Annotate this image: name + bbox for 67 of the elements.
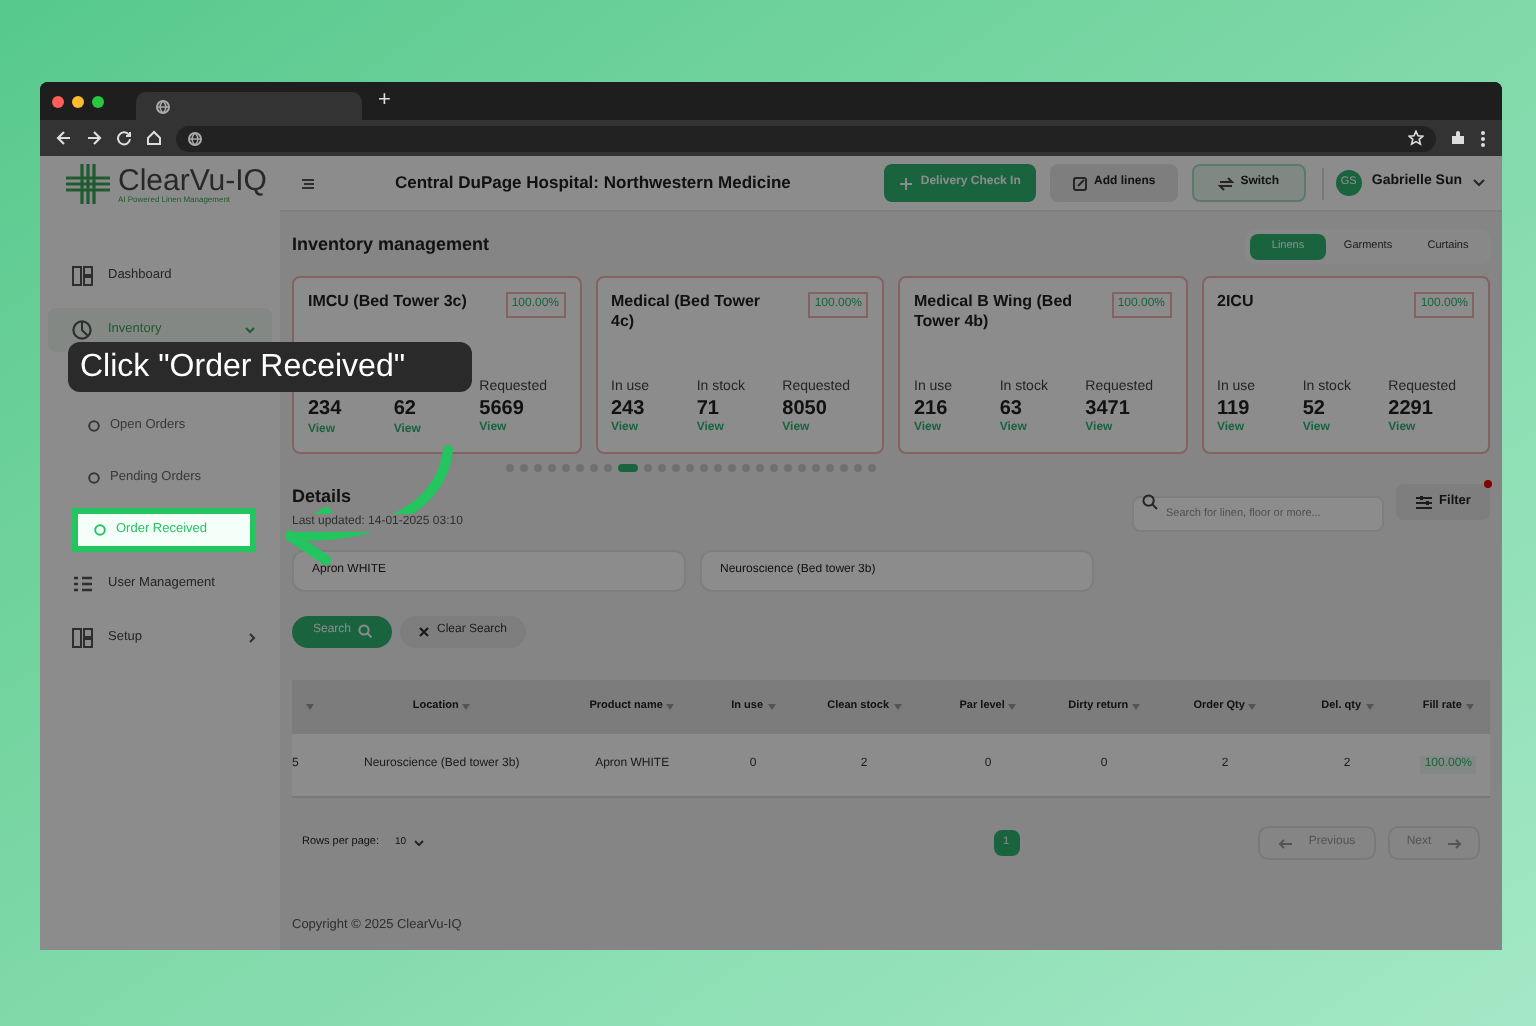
swap-icon (1218, 175, 1235, 191)
stat-value: 119 (1217, 397, 1252, 421)
search-icon (357, 624, 371, 638)
sort-icon (1365, 703, 1374, 709)
card-title: IMCU (Bed Tower 3c) (308, 292, 468, 312)
sort-icon (305, 703, 314, 709)
sort-icon (1465, 703, 1474, 709)
menu-icon[interactable] (1480, 129, 1486, 147)
sort-icon (767, 703, 776, 709)
sliders-icon (1415, 495, 1432, 509)
edit-icon (1072, 175, 1089, 191)
sort-icon (666, 703, 675, 709)
minimize-window-icon[interactable] (72, 95, 84, 107)
sort-icon (1248, 703, 1257, 709)
card-title: 2ICU (1217, 292, 1256, 312)
arrow-left-icon (1278, 837, 1293, 849)
stat-value: 52 (1302, 397, 1327, 421)
pie-icon (72, 320, 94, 340)
stat-value: 3471 (1085, 397, 1132, 421)
sort-icon (893, 703, 902, 709)
sort-icon (1132, 703, 1141, 709)
list-icon (72, 574, 94, 594)
new-tab-button[interactable]: + (378, 90, 391, 112)
globe-icon (188, 131, 202, 145)
reload-icon[interactable] (116, 130, 132, 146)
close-icon (418, 625, 431, 637)
plus-icon (898, 175, 915, 191)
star-icon[interactable] (1408, 130, 1424, 146)
globe-icon (156, 99, 170, 113)
browser-tab[interactable] (136, 92, 362, 120)
stat-value: 243 (611, 397, 647, 421)
forward-icon[interactable] (86, 130, 102, 146)
grid-icon (72, 266, 94, 286)
logo-icon (64, 162, 112, 206)
chevron-down-icon[interactable] (1472, 178, 1486, 188)
chevron-right-icon (248, 632, 256, 644)
stat-value: 2291 (1388, 397, 1435, 421)
circle-icon (88, 472, 100, 484)
close-window-icon[interactable] (52, 95, 64, 107)
stat-value: 5669 (479, 397, 526, 421)
details-title: Details (292, 484, 354, 510)
maximize-window-icon[interactable] (92, 95, 104, 107)
stat-value: 216 (914, 397, 950, 421)
chevron-down-icon (244, 326, 256, 334)
tooltip: Click "Order Received" (68, 342, 472, 392)
stat-value: 71 (696, 397, 721, 421)
circle-icon (88, 420, 100, 432)
logo-text: ClearVu-IQ (118, 165, 267, 195)
arrow-right-icon (1447, 837, 1462, 849)
back-icon[interactable] (56, 130, 72, 146)
stat-value: 8050 (782, 397, 829, 421)
page-title: Central DuPage Hospital: Northwestern Medicine (392, 170, 793, 196)
stat-value: 62 (393, 398, 418, 423)
card-title: Medical B Wing (Bed Tower 4b) (914, 292, 1074, 332)
sort-icon (1008, 703, 1017, 709)
card-title: Medical (Bed Tower 4c) (611, 292, 763, 332)
search-icon (1142, 494, 1158, 510)
extensions-icon[interactable] (1450, 130, 1466, 146)
menu-icon[interactable] (300, 177, 316, 189)
sort-icon (462, 703, 471, 709)
grid-icon (72, 628, 94, 648)
stat-value: 63 (999, 397, 1024, 421)
home-icon[interactable] (146, 130, 162, 146)
section-title: Inventory management (292, 232, 490, 259)
stat-value: 234 (308, 398, 344, 423)
chevron-down-icon (414, 840, 425, 846)
circle-icon (94, 524, 106, 536)
